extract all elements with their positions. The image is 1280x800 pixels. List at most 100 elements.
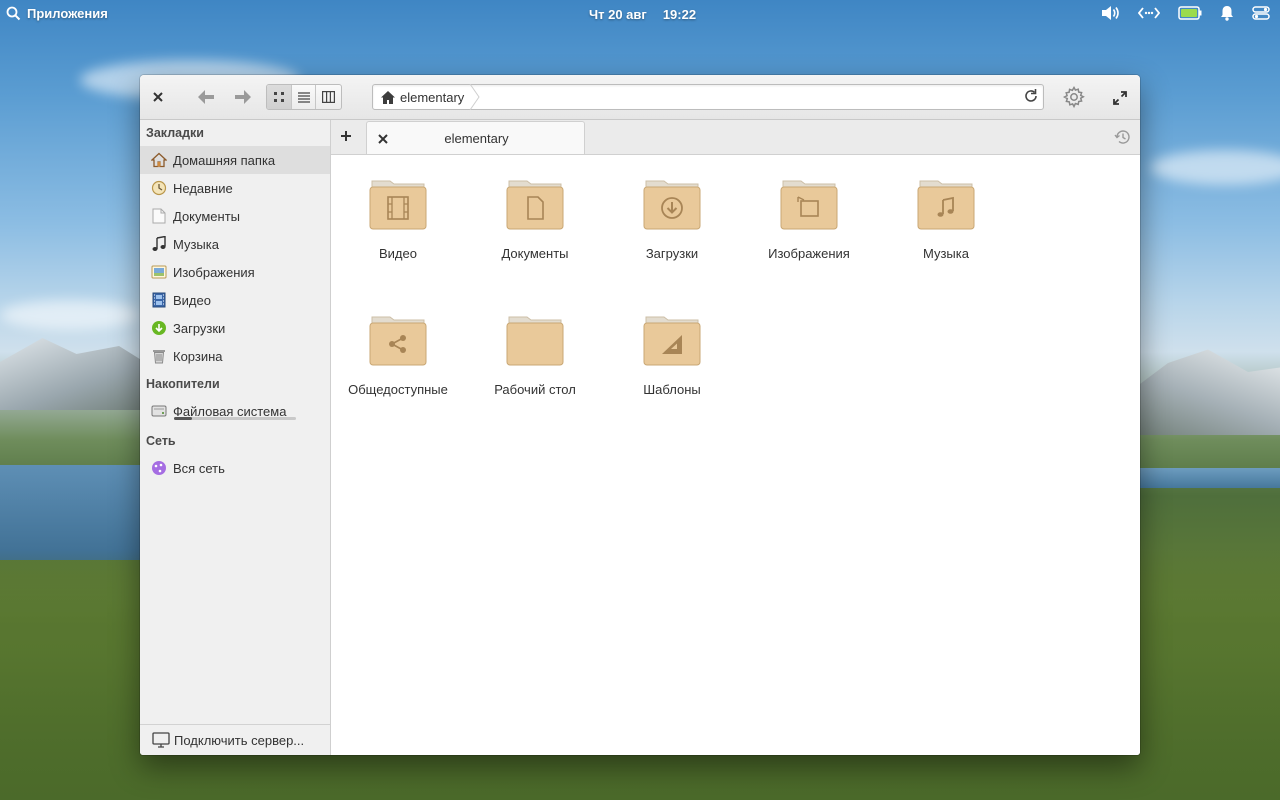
folder-item[interactable]: Видео (343, 177, 453, 287)
sidebar-item-label: Вся сеть (173, 460, 225, 476)
arrow-left-icon (198, 90, 214, 104)
breadcrumb-separator-icon (469, 84, 480, 110)
folder-name: Общедоступные (348, 382, 448, 397)
applications-label: Приложения (27, 6, 108, 21)
music-icon (917, 180, 975, 230)
sidebar-item-home[interactable]: Домашняя папка (140, 146, 330, 174)
sidebar-item-label: Загрузки (173, 320, 226, 336)
monitor-icon (152, 732, 170, 748)
folder-item[interactable]: Изображения (754, 177, 864, 287)
breadcrumb-label: elementary (400, 89, 465, 105)
reload-button[interactable] (1023, 88, 1039, 107)
volume-icon[interactable] (1101, 5, 1120, 21)
pictures-icon (151, 264, 167, 280)
pictures-icon (780, 180, 838, 230)
plus-icon (341, 131, 351, 141)
devices-header: Накопители (146, 377, 220, 391)
sidebar-item-label: Видео (173, 292, 211, 308)
maximize-button[interactable] (1108, 87, 1132, 109)
sidebar-item-label: Недавние (173, 180, 233, 196)
folder-item[interactable]: Общедоступные (343, 313, 453, 453)
sidebar-item-pictures[interactable]: Изображения (140, 258, 330, 286)
forward-button[interactable] (231, 86, 255, 108)
new-tab-button[interactable] (339, 129, 353, 146)
sidebar-item-downloads[interactable]: Загрузки (140, 314, 330, 342)
video-icon (151, 292, 167, 308)
list-view-button[interactable] (292, 85, 317, 109)
lake-left (0, 465, 160, 560)
disk-usage-bar (174, 417, 296, 420)
sidebar-item-label: Домашняя папка (173, 152, 276, 168)
settings-menu-button[interactable] (1060, 84, 1088, 110)
folder-item[interactable]: Рабочий стол (480, 313, 590, 423)
folder-name: Шаблоны (643, 382, 701, 397)
column-view-button[interactable] (316, 85, 341, 109)
time-label: 19:22 (662, 7, 697, 22)
sidebar-item-trash[interactable]: Корзина (140, 342, 330, 370)
drive-icon (151, 403, 167, 419)
connect-server-label: Подключить сервер... (174, 732, 305, 748)
back-button[interactable] (194, 86, 218, 108)
grid-view-button[interactable] (267, 85, 292, 109)
search-icon (6, 6, 21, 21)
files-window: elementary Закладки Домашняя папка Недав… (140, 75, 1140, 755)
tab-title: elementary (444, 131, 509, 146)
battery-icon[interactable] (1178, 6, 1202, 20)
folder-icon (506, 316, 564, 366)
folder-name: Рабочий стол (494, 382, 576, 397)
download-icon (151, 320, 167, 336)
notifications-icon[interactable] (1220, 5, 1234, 21)
trash-icon (151, 348, 167, 364)
connect-server-button[interactable]: Подключить сервер... (140, 724, 330, 755)
sidebar-item-music[interactable]: Музыка (140, 230, 330, 258)
folder-name: Музыка (923, 246, 969, 261)
sidebar-item-videos[interactable]: Видео (140, 286, 330, 314)
home-icon (151, 152, 167, 168)
view-mode-switcher (266, 84, 342, 110)
tab-elementary[interactable]: elementary (366, 121, 585, 154)
network-header: Сеть (146, 434, 176, 448)
gear-icon (1062, 85, 1085, 109)
document-icon (506, 180, 564, 230)
grid-icon (273, 92, 284, 102)
maximize-icon (1113, 91, 1127, 105)
folder-name: Изображения (768, 246, 850, 261)
date-label: Чт 20 авг (589, 7, 647, 22)
columns-icon (322, 91, 336, 103)
session-icon[interactable] (1252, 5, 1270, 21)
breadcrumb-home[interactable]: elementary (373, 85, 476, 109)
sidebar: Закладки Домашняя папка Недавние Докумен… (140, 120, 331, 755)
sidebar-item-label: Документы (173, 208, 241, 224)
home-icon (381, 90, 395, 104)
headerbar: elementary (140, 75, 1140, 120)
list-icon (297, 91, 310, 103)
recent-icon (151, 180, 167, 196)
folder-item[interactable]: Шаблоны (617, 313, 727, 423)
applications-menu[interactable]: Приложения (6, 6, 108, 21)
folder-item[interactable]: Музыка (891, 177, 1001, 287)
disk-usage-fill (174, 417, 193, 420)
closed-tabs-button[interactable] (1114, 129, 1131, 148)
cloud (1150, 150, 1280, 185)
share-icon (369, 316, 427, 366)
sidebar-item-network[interactable]: Вся сеть (140, 454, 330, 482)
datetime-indicator[interactable]: Чт 20 авг 19:22 (589, 7, 696, 22)
lake-right (1130, 468, 1280, 488)
close-button[interactable] (148, 87, 168, 107)
bookmarks-header: Закладки (146, 126, 204, 140)
tab-bar: elementary (331, 120, 1140, 155)
download-icon (643, 180, 701, 230)
folder-name: Загрузки (645, 246, 699, 261)
location-bar[interactable]: elementary (372, 84, 1044, 110)
folder-item[interactable]: Загрузки (617, 177, 727, 287)
mountain-right (1120, 349, 1280, 435)
arrow-right-icon (235, 90, 251, 104)
close-icon (153, 92, 163, 102)
indicators (1101, 5, 1270, 21)
network-icon[interactable] (1138, 6, 1160, 20)
history-icon (1114, 130, 1130, 144)
folder-item[interactable]: Документы (480, 177, 590, 287)
sidebar-item-documents[interactable]: Документы (140, 202, 330, 230)
sidebar-item-recent[interactable]: Недавние (140, 174, 330, 202)
sidebar-item-label: Корзина (173, 348, 223, 364)
